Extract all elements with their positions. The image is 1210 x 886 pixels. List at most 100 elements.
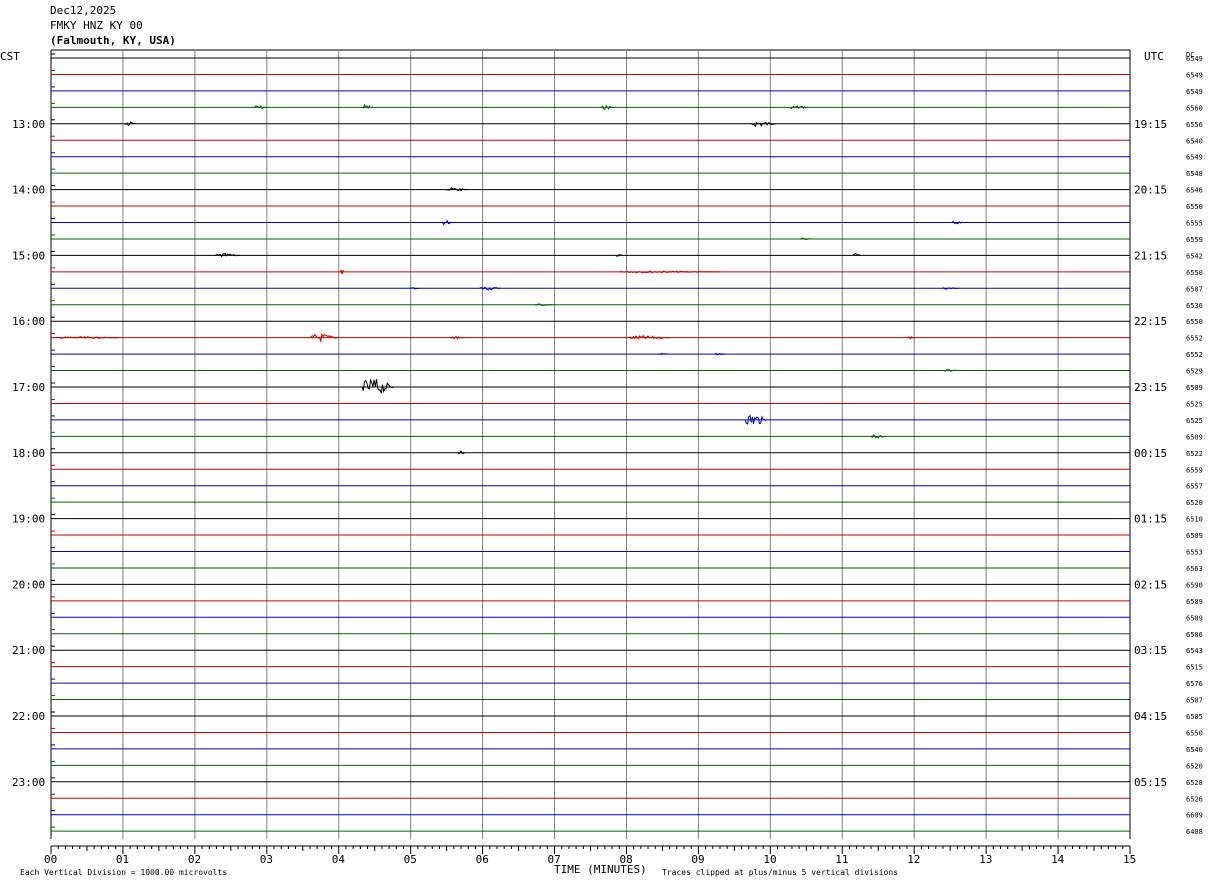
dc-value: 6552 xyxy=(1186,335,1203,343)
seismic-event xyxy=(750,121,776,128)
cst-hour-label: 16:00 xyxy=(12,315,45,328)
cst-hour-label: 15:00 xyxy=(12,249,45,262)
cst-hour-label: 14:00 xyxy=(12,184,45,197)
dc-value: 6525 xyxy=(1186,400,1203,408)
utc-hour-label: 23:15 xyxy=(1134,381,1167,394)
dc-value: 6549 xyxy=(1186,88,1203,96)
time-grid xyxy=(50,49,1131,840)
x-axis-label: TIME (MINUTES) xyxy=(554,863,647,876)
dc-value: 6506 xyxy=(1186,631,1203,639)
dc-value: 6553 xyxy=(1186,549,1203,557)
dc-value: 6543 xyxy=(1186,647,1203,655)
utc-hour-label: 03:15 xyxy=(1134,644,1167,657)
seismic-event xyxy=(789,105,809,110)
cst-hour-label: 13:00 xyxy=(12,118,45,131)
dc-value: 6542 xyxy=(1186,252,1203,260)
dc-value: 6507 xyxy=(1186,697,1203,705)
dc-value: 6609 xyxy=(1186,812,1203,820)
x-tick-label: 05 xyxy=(404,853,417,866)
seismic-event xyxy=(340,269,345,275)
cst-hour-label: 22:00 xyxy=(12,710,45,723)
dc-value: 6548 xyxy=(1186,170,1203,178)
dc-value: 6509 xyxy=(1186,598,1203,606)
cst-hour-label: 23:00 xyxy=(12,776,45,789)
x-tick-label: 11 xyxy=(835,853,848,866)
dc-value: 6563 xyxy=(1186,565,1203,573)
seismogram-chart: 6549654965496560655665406549654865466550… xyxy=(0,49,1203,877)
cst-hour-label: 17:00 xyxy=(12,381,45,394)
x-tick-label: 15 xyxy=(1123,853,1136,866)
dc-value: 6555 xyxy=(1186,220,1203,228)
dc-value: 6515 xyxy=(1186,664,1203,672)
dc-value: 6559 xyxy=(1186,466,1203,474)
dc-value: 6549 xyxy=(1186,71,1203,79)
dc-value: 6510 xyxy=(1186,516,1203,524)
x-tick-label: 13 xyxy=(979,853,992,866)
cst-hour-label: 20:00 xyxy=(12,578,45,591)
dc-value: 6546 xyxy=(1186,187,1203,195)
dc-value: 6587 xyxy=(1186,285,1203,293)
x-tick-label: 03 xyxy=(260,853,273,866)
dc-value: 6505 xyxy=(1186,713,1203,721)
utc-hour-label: 20:15 xyxy=(1134,184,1167,197)
cst-hour-label: 18:00 xyxy=(12,447,45,460)
dc-value: 6550 xyxy=(1186,203,1203,211)
dc-value: 6522 xyxy=(1186,450,1203,458)
x-tick-label: 06 xyxy=(476,853,489,866)
utc-hour-label: 19:15 xyxy=(1134,118,1167,131)
dc-value: 6560 xyxy=(1186,104,1203,112)
dc-value: 6520 xyxy=(1186,499,1203,507)
dc-value: 6525 xyxy=(1186,417,1203,425)
dc-value: 6557 xyxy=(1186,483,1203,491)
dc-value: 6576 xyxy=(1186,680,1203,688)
dc-value: 6509 xyxy=(1186,433,1203,441)
seismic-event xyxy=(124,121,136,127)
utc-hour-label: 01:15 xyxy=(1134,513,1167,526)
clip-note: Traces clipped at plus/minus 5 vertical … xyxy=(662,868,898,877)
seismic-event xyxy=(214,252,240,258)
dc-value: 6559 xyxy=(1186,236,1203,244)
x-tick-label: 14 xyxy=(1051,853,1065,866)
utc-hour-label: 22:15 xyxy=(1134,315,1167,328)
utc-hour-label: 04:15 xyxy=(1134,710,1167,723)
seismic-event xyxy=(252,105,267,110)
dc-value: 6528 xyxy=(1186,779,1203,787)
dc-value: 6550 xyxy=(1186,269,1203,277)
cst-hour-label: 21:00 xyxy=(12,644,45,657)
x-tick-label: 12 xyxy=(907,853,920,866)
x-axis-ticks: 13:00 14:00 15:00 16:00 17:00 18:00 19:00 20:00… xyxy=(12,118,1167,866)
utc-hour-label: 02:15 xyxy=(1134,578,1167,591)
dc-axis-title: DC xyxy=(1186,51,1194,59)
dc-value: 6540 xyxy=(1186,746,1203,754)
x-tick-label: 00 xyxy=(44,853,57,866)
dc-value: 6540 xyxy=(1186,137,1203,145)
dc-value: 6509 xyxy=(1186,614,1203,622)
dc-value: 6408 xyxy=(1186,828,1203,836)
dc-value: 6550 xyxy=(1186,318,1203,326)
dc-value: 6509 xyxy=(1186,384,1203,392)
x-tick-label: 02 xyxy=(188,853,201,866)
utc-axis-title: UTC xyxy=(1144,50,1164,63)
utc-hour-label: 00:15 xyxy=(1134,447,1167,460)
dc-value: 6536 xyxy=(1186,302,1203,310)
dc-value: 6509 xyxy=(1186,532,1203,540)
seismic-event xyxy=(361,378,395,394)
scale-note: Each Vertical Division = 1000.00 microvo… xyxy=(20,868,227,877)
dc-value: 6520 xyxy=(1186,762,1203,770)
dc-value: 6529 xyxy=(1186,368,1203,376)
utc-hour-label: 21:15 xyxy=(1134,249,1167,262)
seismic-event xyxy=(361,103,373,110)
dc-value: 6550 xyxy=(1186,729,1203,737)
x-tick-label: 09 xyxy=(691,853,704,866)
dc-value: 6590 xyxy=(1186,581,1203,589)
dc-value: 6552 xyxy=(1186,351,1203,359)
dc-value: 6526 xyxy=(1186,795,1203,803)
x-tick-label: 04 xyxy=(332,853,346,866)
x-tick-label: 10 xyxy=(763,853,776,866)
dc-value: 6556 xyxy=(1186,121,1203,129)
utc-hour-label: 05:15 xyxy=(1134,776,1167,789)
cst-hour-label: 19:00 xyxy=(12,513,45,526)
dc-value: 6549 xyxy=(1186,154,1203,162)
cst-axis-title: CST xyxy=(0,50,20,63)
x-tick-label: 01 xyxy=(116,853,129,866)
